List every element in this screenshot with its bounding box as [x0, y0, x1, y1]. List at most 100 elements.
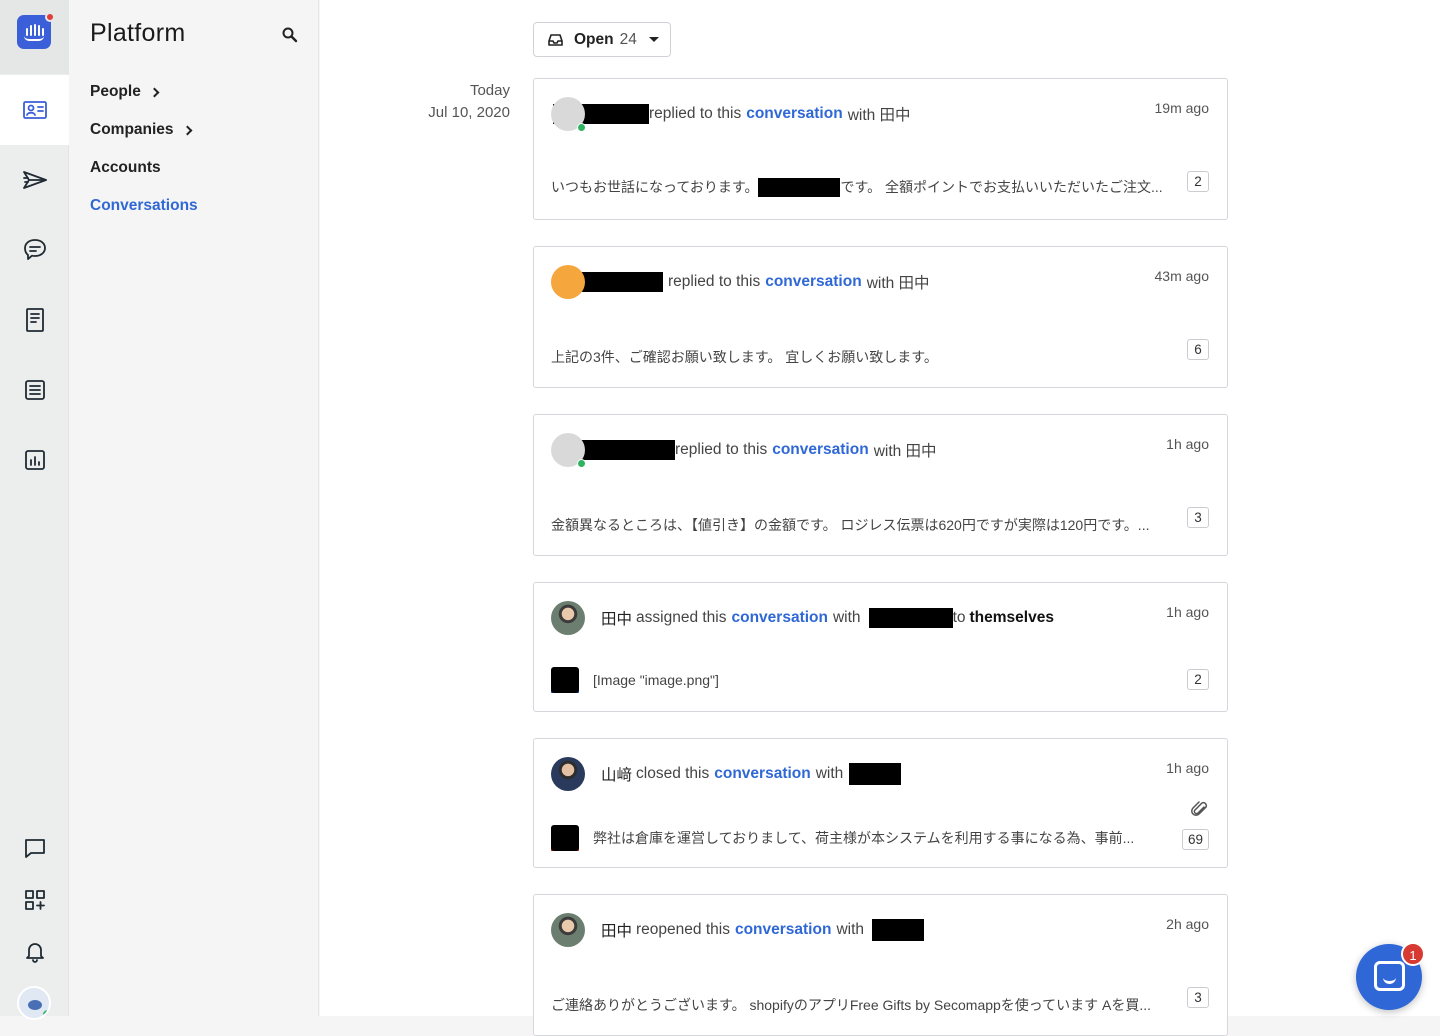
message-count-badge: 69	[1181, 829, 1209, 850]
notification-dot	[45, 12, 55, 22]
reports-icon[interactable]	[0, 425, 69, 495]
assignee-text: themselves	[969, 609, 1054, 626]
nav-item-label: Accounts	[90, 159, 161, 176]
conversation-card[interactable]: replied to this conversation with 田中 19m…	[533, 78, 1228, 220]
message-preview: 弊社は倉庫を運営しておりまして、荷主様が本システムを利用する事になる為、事前..…	[543, 825, 1155, 851]
nav-item-companies[interactable]: Companies	[90, 121, 193, 139]
card-header: 田中 reopened this conversation with	[551, 913, 925, 947]
contacts-icon[interactable]	[0, 75, 69, 145]
card-header: 山﨑 closed this conversation with	[551, 757, 902, 791]
card-header: replied to this conversation with 田中	[551, 265, 930, 299]
action-text: replied to this	[675, 441, 768, 458]
with-text: with 田中	[866, 275, 930, 292]
timestamp: 2h ago	[1166, 916, 1209, 932]
attachment-icon	[1191, 801, 1208, 816]
timestamp: 19m ago	[1154, 100, 1209, 116]
preview-text: [Image "image.png"]	[593, 672, 719, 688]
avatar	[551, 913, 585, 947]
conversation-card[interactable]: replied to this conversation with 田中 1h …	[533, 414, 1228, 556]
timestamp: 43m ago	[1154, 268, 1209, 284]
with-text: with	[815, 765, 844, 782]
card-header: replied to this conversation with 田中	[551, 433, 937, 468]
intercom-logo-icon[interactable]	[17, 12, 55, 49]
conversation-card[interactable]: 山﨑 closed this conversation with 1h ago …	[533, 738, 1228, 868]
with-text: with 田中	[873, 443, 937, 460]
timestamp: 1h ago	[1166, 760, 1209, 776]
online-status-icon	[577, 459, 586, 468]
action-text: replied to this	[649, 105, 742, 122]
redacted-name	[868, 608, 953, 628]
inbox-icon[interactable]	[0, 215, 69, 285]
message-count-badge: 6	[1187, 339, 1209, 360]
main-panel: Open 24 Today Jul 10, 2020 replied to th…	[320, 0, 1440, 1036]
message-preview: ご連絡ありがとうございます。 shopifyのアプリFree Gifts by …	[551, 997, 1151, 1013]
outbound-icon[interactable]	[0, 145, 69, 215]
nav-item-label: Conversations	[90, 197, 198, 214]
to-text: to	[952, 609, 966, 626]
conversation-link[interactable]: conversation	[746, 105, 842, 123]
chat-icon	[1374, 961, 1405, 991]
message-count-badge: 2	[1187, 171, 1209, 192]
action-text: assigned this	[636, 609, 727, 626]
action-text: closed this	[636, 765, 710, 782]
message-preview: 金額異なるところは、【値引き】の金額です。 ロジレス伝票は620円ですが実際は1…	[551, 517, 1150, 533]
action-text: replied to this	[668, 273, 761, 290]
date-full: Jul 10, 2020	[428, 104, 510, 121]
nav-item-people[interactable]: People	[90, 83, 160, 101]
timestamp: 1h ago	[1166, 436, 1209, 452]
conversation-card[interactable]: 田中 reopened this conversation with 2h ag…	[533, 894, 1228, 1036]
articles-icon[interactable]	[0, 285, 69, 355]
avatar	[551, 433, 586, 468]
status-filter-dropdown[interactable]: Open 24	[533, 22, 671, 57]
filter-label: Open	[574, 30, 614, 48]
with-text: with 田中	[847, 107, 911, 124]
chevron-right-icon	[149, 87, 160, 97]
message-preview: [Image "image.png"]	[543, 667, 1163, 693]
preview-text: です。 全額ポイントでお支払いいただいたご注文...	[840, 179, 1163, 195]
message-preview: 上記の3件、ご確認お願い致します。 宜しくお願い致します。	[551, 349, 938, 365]
actor-name: 田中	[601, 923, 633, 940]
messenger-icon[interactable]	[0, 822, 69, 874]
card-header: 田中 assigned this conversation with to th…	[551, 601, 1054, 635]
conversation-link[interactable]: conversation	[732, 609, 828, 627]
timestamp: 1h ago	[1166, 604, 1209, 620]
online-status-icon	[43, 1010, 49, 1018]
user-avatar-thumb	[551, 667, 579, 693]
avatar	[551, 97, 586, 132]
redacted-name	[758, 177, 841, 197]
notifications-icon[interactable]	[0, 926, 69, 978]
nav-item-accounts[interactable]: Accounts	[90, 159, 161, 177]
nav-item-label: Companies	[90, 121, 174, 138]
operator-icon[interactable]	[0, 355, 69, 425]
search-icon[interactable]	[281, 26, 299, 44]
card-header: replied to this conversation with 田中	[551, 97, 911, 132]
actor-name: 山﨑	[601, 767, 633, 784]
logo-area	[0, 0, 69, 74]
conversation-link[interactable]: conversation	[735, 921, 831, 939]
user-avatar-thumb	[551, 825, 579, 851]
conversation-link[interactable]: conversation	[765, 273, 861, 291]
filter-count: 24	[619, 30, 637, 48]
redacted-name	[872, 919, 925, 941]
nav-item-conversations[interactable]: Conversations	[90, 197, 198, 215]
conversation-card[interactable]: replied to this conversation with 田中 43m…	[533, 246, 1228, 388]
preview-text: 弊社は倉庫を運営しておりまして、荷主様が本システムを利用する事になる為、事前..…	[593, 830, 1135, 846]
nav-item-label: People	[90, 83, 141, 100]
conversation-link[interactable]: conversation	[714, 765, 810, 783]
with-text: with	[832, 609, 861, 626]
date-day: Today	[469, 82, 510, 99]
avatar[interactable]	[17, 986, 51, 1020]
message-count-badge: 3	[1187, 987, 1209, 1008]
app-store-icon[interactable]	[0, 874, 69, 926]
app-rail	[0, 0, 69, 1020]
message-preview: いつもお世話になっております。 です。 全額ポイントでお支払いいただいたご注文.…	[551, 177, 1171, 197]
avatar	[551, 265, 585, 299]
avatar	[551, 601, 585, 635]
online-status-icon	[577, 123, 586, 132]
caret-down-icon	[648, 37, 659, 42]
conversation-card[interactable]: 田中 assigned this conversation with to th…	[533, 582, 1228, 712]
preview-text: いつもお世話になっております。	[551, 179, 759, 195]
inbox-tray-icon	[548, 33, 563, 46]
conversation-link[interactable]: conversation	[772, 441, 868, 459]
actor-name: 田中	[601, 611, 633, 628]
